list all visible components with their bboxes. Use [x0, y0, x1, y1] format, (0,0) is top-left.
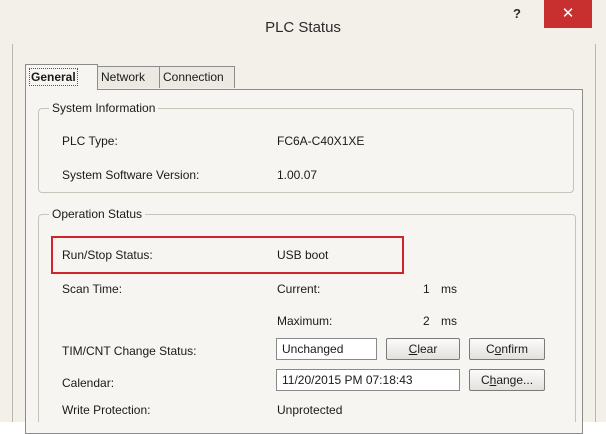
run-stop-value: USB boot: [277, 248, 329, 262]
clear-button[interactable]: Clear: [386, 338, 460, 360]
title-bar[interactable]: PLC Status ? ✕: [0, 0, 606, 44]
tab-network[interactable]: Network: [97, 66, 160, 88]
help-button[interactable]: ?: [502, 2, 532, 26]
scan-time-maximum-value: 2: [423, 314, 430, 328]
scan-time-maximum-unit: ms: [441, 314, 457, 328]
plc-status-dialog: PLC Status ? ✕ General Network Connectio…: [0, 0, 606, 434]
tab-general-label: General: [29, 68, 78, 86]
confirm-button-text-post: nfirm: [501, 342, 529, 356]
scan-time-current-label: Current:: [277, 282, 321, 296]
scan-time-maximum-label: Maximum:: [277, 314, 333, 328]
tab-connection[interactable]: Connection: [159, 66, 235, 88]
change-button-text-post: ange...: [496, 373, 534, 387]
plc-type-value: FC6A-C40X1XE: [277, 134, 365, 148]
scan-time-label: Scan Time:: [62, 282, 123, 296]
tab-general[interactable]: General: [25, 64, 98, 90]
write-protection-label: Write Protection:: [62, 403, 151, 417]
confirm-button[interactable]: Confirm: [469, 338, 545, 360]
run-stop-label: Run/Stop Status:: [62, 248, 153, 262]
system-information-title: System Information: [49, 101, 159, 115]
write-protection-value: Unprotected: [277, 403, 343, 417]
clear-button-text-post: lear: [417, 342, 438, 356]
scan-time-current-unit: ms: [441, 282, 457, 296]
close-button[interactable]: ✕: [544, 0, 592, 28]
confirm-button-text-pre: C: [485, 342, 495, 356]
close-icon: ✕: [561, 5, 575, 22]
change-calendar-button[interactable]: Change...: [469, 369, 545, 391]
tim-cnt-status-field[interactable]: Unchanged: [276, 338, 377, 360]
tab-network-label: Network: [101, 70, 146, 84]
calendar-label: Calendar:: [62, 376, 115, 390]
operation-status-title: Operation Status: [49, 207, 146, 221]
change-button-text-pre: C: [480, 373, 490, 387]
plc-type-label: PLC Type:: [62, 134, 118, 148]
calendar-field[interactable]: 11/20/2015 PM 07:18:43: [276, 369, 460, 391]
tab-connection-label: Connection: [163, 70, 224, 84]
software-version-value: 1.00.07: [277, 168, 318, 182]
software-version-label: System Software Version:: [62, 168, 200, 182]
tim-cnt-label: TIM/CNT Change Status:: [62, 344, 197, 358]
scan-time-current-value: 1: [423, 282, 430, 296]
